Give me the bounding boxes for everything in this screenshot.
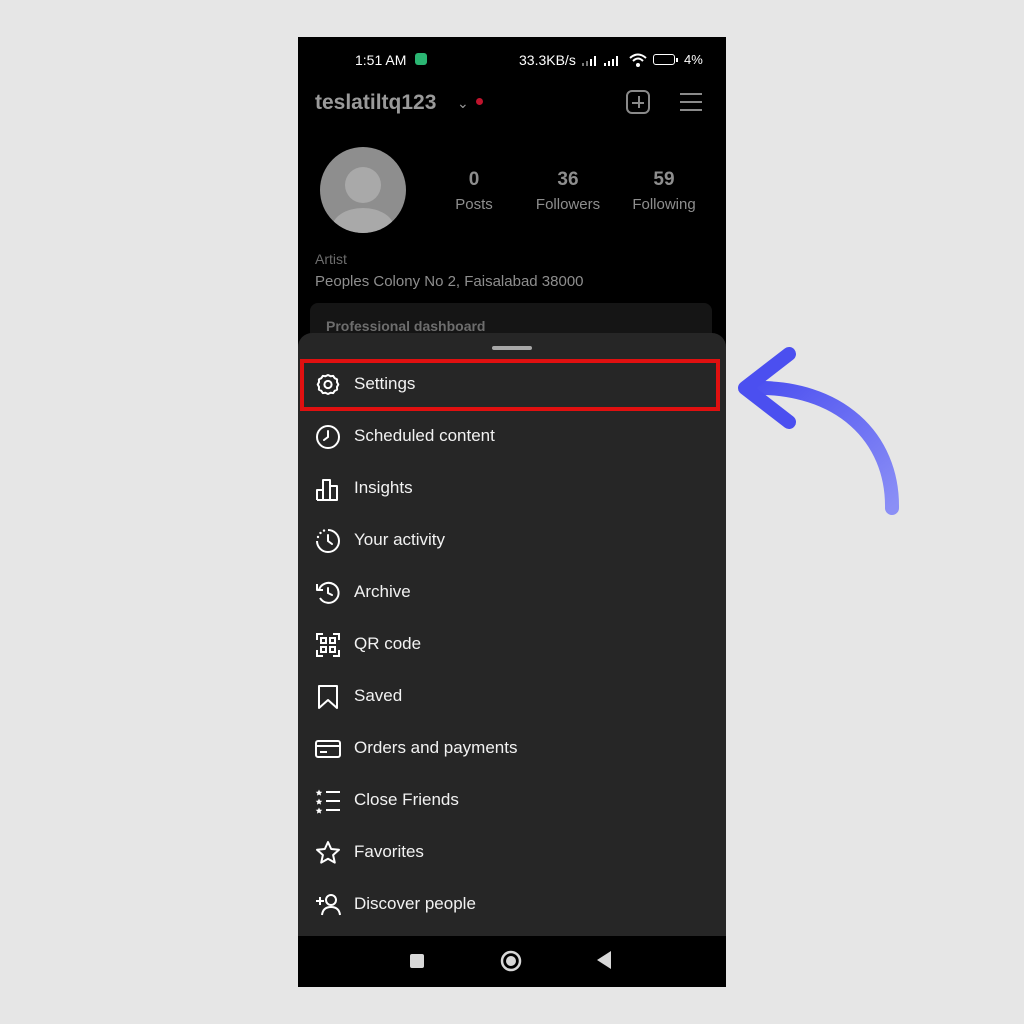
menu-item-discover-people[interactable]: Discover people [298, 879, 726, 931]
menu-item-favorites[interactable]: Favorites [298, 827, 726, 879]
menu-label-saved: Saved [354, 686, 403, 705]
status-bar: 1:51 AM 33.3KB/s 4% [298, 37, 726, 83]
followers-stat[interactable]: 36 Followers [523, 169, 613, 213]
system-nav-bar [298, 936, 726, 987]
status-time: 1:51 AM [355, 52, 407, 68]
chevron-down-icon[interactable]: ⌄ [457, 95, 469, 112]
back-button[interactable] [597, 951, 611, 969]
menu-item-archive[interactable]: Archive [298, 567, 726, 619]
avatar[interactable] [320, 147, 406, 233]
menu-item-orders-and-payments[interactable]: Orders and payments [298, 723, 726, 775]
posts-label: Posts [455, 196, 493, 213]
posts-count: 0 [468, 169, 480, 190]
card-icon [315, 740, 341, 758]
menu-label-insights: Insights [354, 478, 413, 497]
followers-label: Followers [535, 196, 601, 213]
phone-screen: 1:51 AM 33.3KB/s 4% teslatiltq123 ⌄ 0 Po… [298, 37, 726, 987]
home-button[interactable] [500, 950, 522, 972]
recent-apps-button[interactable] [410, 954, 424, 968]
menu-sheet: Settings Scheduled content Insights Your… [298, 333, 726, 937]
signal-icon-2 [604, 56, 618, 66]
dashboard-label: Professional dashboard [326, 318, 486, 334]
menu-label-your-activity: Your activity [354, 530, 446, 549]
signal-icon [582, 56, 596, 66]
menu-item-your-activity[interactable]: Your activity [298, 515, 726, 567]
menu-label-discover-people: Discover people [354, 894, 476, 913]
menu-label-scheduled-content: Scheduled content [354, 426, 495, 445]
add-person-icon [316, 894, 341, 916]
app-notification-icon [415, 53, 427, 65]
menu-label-archive: Archive [354, 582, 411, 601]
pointing-arrow-icon [738, 347, 900, 515]
menu-item-insights[interactable]: Insights [298, 463, 726, 515]
following-label: Following [632, 196, 696, 213]
archive-history-icon [316, 581, 340, 604]
hamburger-menu-icon[interactable] [680, 93, 702, 111]
following-stat[interactable]: 59 Following [619, 169, 709, 213]
profile-header: teslatiltq123 ⌄ [298, 85, 726, 125]
menu-item-scheduled-content[interactable]: Scheduled content [298, 411, 726, 463]
battery-percent: 4% [684, 52, 703, 67]
bar-chart-icon [316, 479, 338, 501]
posts-stat[interactable]: 0 Posts [429, 169, 519, 213]
bookmark-icon [318, 685, 338, 709]
menu-item-qr-code[interactable]: QR code [298, 619, 726, 671]
profile-address[interactable]: Peoples Colony No 2, Faisalabad 38000 [315, 273, 584, 290]
menu-label-close-friends: Close Friends [354, 790, 459, 809]
create-button[interactable] [626, 90, 650, 114]
menu-label-favorites: Favorites [354, 842, 424, 861]
notification-dot [476, 98, 483, 105]
menu-label-qr-code: QR code [354, 634, 422, 653]
menu-item-close-friends[interactable]: Close Friends [298, 775, 726, 827]
sheet-drag-handle[interactable] [492, 346, 532, 350]
profile-category: Artist [315, 251, 347, 267]
wifi-icon [629, 53, 647, 67]
qr-code-icon [316, 633, 340, 657]
battery-icon [653, 54, 678, 65]
following-count: 59 [653, 169, 675, 190]
star-list-icon [315, 789, 340, 814]
followers-count: 36 [557, 169, 579, 190]
menu-item-saved[interactable]: Saved [298, 671, 726, 723]
menu-label-orders-and-payments: Orders and payments [354, 738, 518, 757]
settings-highlight-box [300, 359, 720, 411]
network-speed: 33.3KB/s [519, 52, 576, 68]
star-icon [316, 841, 340, 864]
activity-icon [316, 529, 340, 553]
clock-icon [316, 425, 340, 449]
username[interactable]: teslatiltq123 [315, 91, 436, 115]
